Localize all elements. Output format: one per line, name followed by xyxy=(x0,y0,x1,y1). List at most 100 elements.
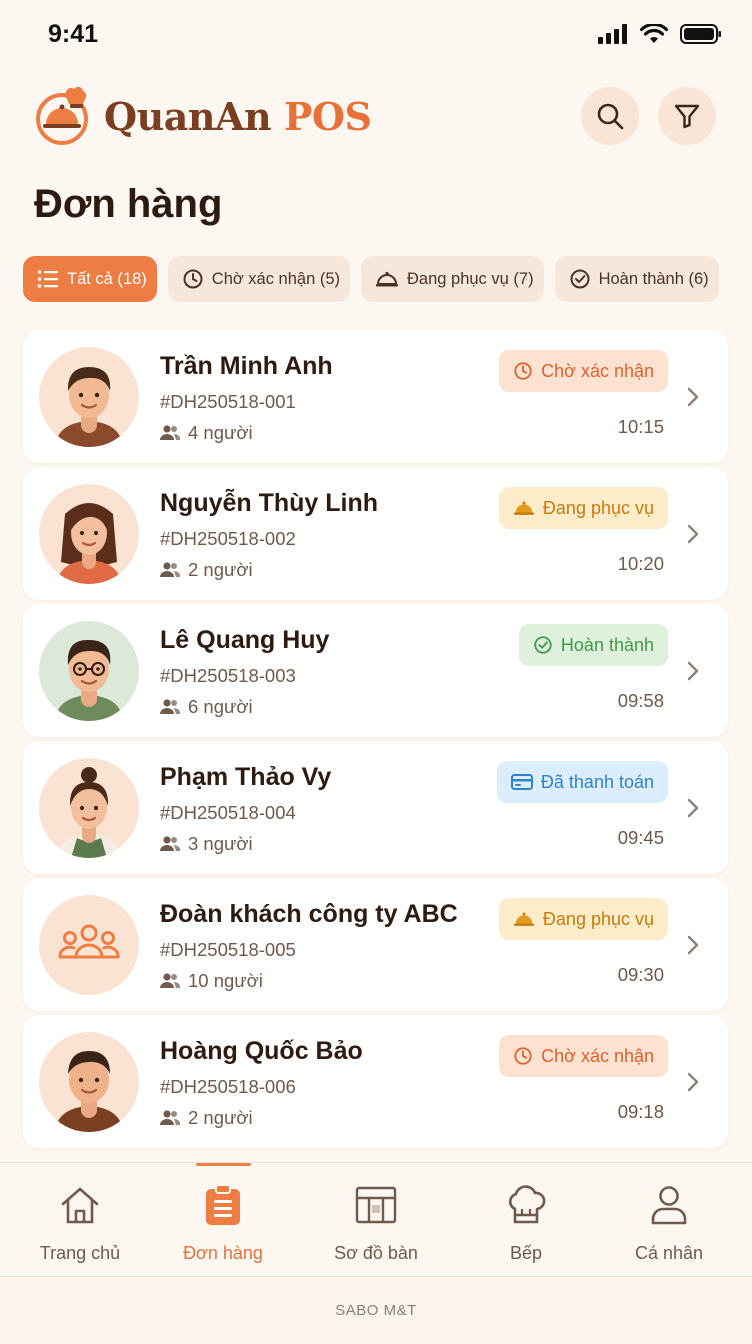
brand-name: QuanAn POS xyxy=(104,93,372,139)
group-icon xyxy=(58,924,120,959)
tab-pending[interactable]: Chờ xác nhận (5) xyxy=(167,256,350,302)
order-time: 09:58 xyxy=(617,690,664,711)
order-card[interactable]: Nguyễn Thùy Linh #DH250518-002 2 người Đ… xyxy=(23,467,728,600)
filter-button[interactable] xyxy=(658,87,716,145)
guest-count-label: 10 người xyxy=(188,970,263,991)
order-time: 09:45 xyxy=(617,827,664,848)
search-icon xyxy=(597,103,624,130)
tab-serving[interactable]: Đang phục vụ (7) xyxy=(361,256,544,302)
order-time: 09:30 xyxy=(617,964,664,985)
table-map-icon xyxy=(355,1186,397,1224)
chevron-right-icon xyxy=(687,798,699,818)
order-time: 09:18 xyxy=(617,1101,664,1122)
clock-icon xyxy=(514,362,532,380)
restaurant-logo-icon xyxy=(36,86,88,145)
chevron-right-icon xyxy=(687,387,699,407)
order-card[interactable]: Lê Quang Huy #DH250518-003 6 người Hoàn … xyxy=(23,604,728,737)
guest-count: 2 người xyxy=(160,1107,253,1129)
chevron-right-icon xyxy=(687,1072,699,1092)
status-badge-label: Đã thanh toán xyxy=(540,771,654,792)
cloche-icon xyxy=(513,501,534,515)
order-card[interactable]: Trần Minh Anh #DH250518-001 4 người Chờ … xyxy=(23,330,728,463)
people-icon xyxy=(160,699,180,714)
tab-completed[interactable]: Hoàn thành (6) xyxy=(554,256,719,302)
order-code: #DH250518-004 xyxy=(160,802,296,823)
customer-name: Lê Quang Huy xyxy=(160,626,330,654)
status-filter-tabs: Tất cả (18) Chờ xác nhận (5) Đang phục v… xyxy=(23,256,719,302)
footer-credit: SABO M&T xyxy=(0,1276,752,1344)
guest-count-label: 2 người xyxy=(188,1107,253,1128)
wifi-icon xyxy=(640,24,668,43)
status-badge-label: Đang phục vụ xyxy=(542,908,654,929)
order-code: #DH250518-003 xyxy=(160,665,296,686)
order-card[interactable]: Đoàn khách công ty ABC #DH250518-005 10 … xyxy=(23,878,728,1011)
people-icon xyxy=(160,425,180,440)
people-icon xyxy=(160,562,180,577)
nav-item-profile[interactable]: Cá nhân xyxy=(594,1163,744,1275)
home-icon xyxy=(61,1187,99,1224)
signal-icon xyxy=(598,24,627,44)
chevron-right-icon xyxy=(687,524,699,544)
clock-icon xyxy=(183,269,203,289)
guest-count-label: 3 người xyxy=(188,833,253,854)
brand-name-accent: POS xyxy=(283,93,372,139)
customer-name: Phạm Thảo Vy xyxy=(160,763,332,791)
nav-label: Bếp xyxy=(509,1243,543,1263)
status-time: 9:41 xyxy=(48,20,99,48)
people-icon xyxy=(160,836,180,851)
list-icon xyxy=(37,270,58,288)
nav-item-kitchen[interactable]: Bếp xyxy=(451,1163,601,1275)
brand-name-main: QuanAn xyxy=(104,93,272,139)
user-icon xyxy=(651,1186,687,1225)
cloche-icon xyxy=(513,912,534,926)
status-badge: Chờ xác nhận xyxy=(499,1035,668,1077)
nav-item-table-map[interactable]: Sơ đồ bàn xyxy=(301,1163,451,1275)
status-badge-label: Hoàn thành xyxy=(560,634,654,655)
guest-count: 3 người xyxy=(160,833,253,855)
order-code: #DH250518-001 xyxy=(160,391,296,412)
tab-all[interactable]: Tất cả (18) xyxy=(23,256,157,302)
avatar xyxy=(39,895,139,995)
tab-label: Hoàn thành (6) xyxy=(598,269,709,288)
order-code: #DH250518-002 xyxy=(160,528,296,549)
check-circle-icon xyxy=(570,269,590,289)
avatar xyxy=(39,347,139,447)
customer-name: Hoàng Quốc Bảo xyxy=(160,1037,363,1065)
avatar xyxy=(39,621,139,721)
guest-count: 2 người xyxy=(160,559,253,581)
order-card[interactable]: Phạm Thảo Vy #DH250518-004 3 người Đã th… xyxy=(23,741,728,874)
nav-item-home[interactable]: Trang chủ xyxy=(5,1163,155,1275)
clipboard-icon xyxy=(206,1184,240,1225)
guest-count: 6 người xyxy=(160,696,253,718)
search-button[interactable] xyxy=(581,87,639,145)
nav-item-orders[interactable]: Đơn hàng xyxy=(148,1163,298,1275)
people-icon xyxy=(160,1110,180,1125)
chef-hat-icon xyxy=(508,1185,546,1224)
tab-label: Đang phục vụ (7) xyxy=(407,269,534,288)
customer-name: Nguyễn Thùy Linh xyxy=(160,489,379,517)
order-time: 10:20 xyxy=(617,553,664,574)
order-list: Trần Minh Anh #DH250518-001 4 người Chờ … xyxy=(23,330,728,1152)
cloche-icon xyxy=(376,271,398,287)
status-badge: Đã thanh toán xyxy=(496,761,668,803)
check-circle-icon xyxy=(534,636,552,654)
status-badge-label: Đang phục vụ xyxy=(542,497,654,518)
battery-icon xyxy=(680,24,721,44)
customer-name: Đoàn khách công ty ABC xyxy=(160,900,458,928)
status-badge: Chờ xác nhận xyxy=(499,350,668,392)
filter-icon xyxy=(674,104,700,129)
nav-label: Cá nhân xyxy=(634,1243,704,1263)
credit-card-icon xyxy=(510,774,533,790)
guest-count-label: 4 người xyxy=(188,422,253,443)
brand-logo: QuanAn POS xyxy=(34,86,372,146)
order-code: #DH250518-005 xyxy=(160,939,296,960)
page-title: Đơn hàng xyxy=(34,182,223,226)
status-badge: Đang phục vụ xyxy=(498,487,668,529)
order-card[interactable]: Hoàng Quốc Bảo #DH250518-006 2 người Chờ… xyxy=(23,1015,728,1148)
customer-name: Trần Minh Anh xyxy=(160,352,333,380)
tab-label: Tất cả (18) xyxy=(67,269,147,288)
nav-label: Trang chủ xyxy=(39,1243,121,1263)
bottom-navigation: Trang chủ Đơn hàng Sơ đồ bàn Bếp Cá nhân xyxy=(0,1162,752,1274)
tab-label: Chờ xác nhận (5) xyxy=(211,269,340,288)
status-icons xyxy=(598,24,722,44)
